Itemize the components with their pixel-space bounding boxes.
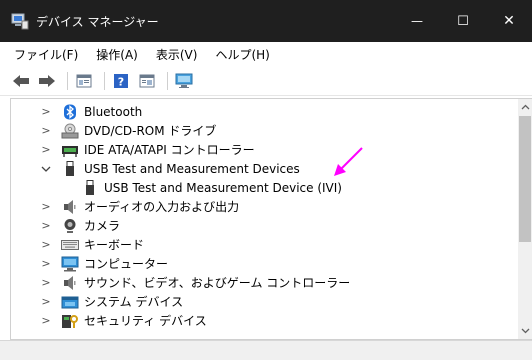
close-icon: ✕ [503,13,515,29]
system-device-icon [61,294,79,310]
menu-file[interactable]: ファイル(F) [14,46,78,63]
chevron-up-icon [521,104,529,110]
tree-item-label: コンピューター [84,257,169,271]
tree-item-sound-video-game[interactable]: > サウンド、ビデオ、およびゲーム コントローラー [39,273,350,292]
chevron-right-icon[interactable]: > [39,216,53,235]
toolbar: ? [0,66,532,96]
help-icon: ? [114,73,128,88]
chevron-right-icon[interactable]: > [39,102,53,121]
tree-item-usb-test-measurement-device-ivi[interactable]: USB Test and Measurement Device (IVI) [81,178,342,197]
tree-item-computer[interactable]: > コンピューター [39,254,168,273]
details-button[interactable] [136,71,158,91]
tree-item-ide-controller[interactable]: > IDE ATA/ATAPI コントローラー [39,140,255,159]
tree-item-keyboard[interactable]: > キーボード [39,235,144,254]
bluetooth-icon [61,104,79,120]
menu-view[interactable]: 表示(V) [156,46,198,63]
ide-controller-icon [61,142,79,158]
tree-item-label: システム デバイス [84,295,184,309]
usb-plug-icon [61,160,79,177]
tree-item-label: USB Test and Measurement Device (IVI) [104,180,342,195]
minimize-button[interactable]: — [394,0,440,42]
annotation-arrow-icon [334,147,363,176]
tree-item-label: サウンド、ビデオ、およびゲーム コントローラー [84,276,351,290]
scroll-up-button[interactable] [518,99,532,115]
tree-item-label: USB Test and Measurement Devices [84,161,300,176]
menu-help[interactable]: ヘルプ(H) [215,46,269,63]
tree-item-bluetooth[interactable]: > Bluetooth [39,102,142,121]
monitor-icon [175,73,193,88]
details-icon [139,74,155,87]
usb-plug-icon [81,179,99,196]
menu-action[interactable]: 操作(A) [96,46,138,63]
speaker-icon [61,199,79,215]
chevron-right-icon[interactable]: > [39,273,53,292]
forward-button[interactable] [36,71,58,91]
scroll-thumb[interactable] [519,116,531,242]
keyboard-icon [61,237,79,253]
help-button[interactable]: ? [110,71,132,91]
chevron-down-icon [521,328,529,334]
svg-text:?: ? [118,75,124,88]
maximize-button[interactable]: ☐ [440,0,486,42]
tree-item-security-devices[interactable]: > セキュリティ デバイス [39,311,207,330]
dvd-drive-icon [61,123,79,139]
security-device-icon [61,313,79,329]
back-icon [13,74,29,87]
toolbar-separator [167,71,168,90]
toolbar-separator [67,71,68,90]
scroll-down-button[interactable] [518,323,532,339]
tree-item-label: キーボード [84,238,145,252]
chevron-right-icon[interactable]: > [39,197,53,216]
close-button[interactable]: ✕ [486,0,532,42]
minimize-icon: — [411,14,423,28]
maximize-icon: ☐ [457,13,469,29]
scan-hardware-button[interactable] [173,71,195,91]
tree-item-usb-test-measurement[interactable]: USB Test and Measurement Devices [39,159,300,178]
forward-icon [39,74,55,87]
speaker-icon [61,275,79,291]
properties-button[interactable] [73,71,95,91]
chevron-right-icon[interactable]: > [39,140,53,159]
window-title: デバイス マネージャー [36,14,159,29]
menu-bar: ファイル(F) 操作(A) 表示(V) ヘルプ(H) [0,42,532,66]
camera-icon [61,218,79,234]
tree-item-system-devices[interactable]: > システム デバイス [39,292,183,311]
tree-item-label: オーディオの入力および出力 [84,200,240,214]
chevron-right-icon[interactable]: > [39,292,53,311]
tree-item-label: DVD/CD-ROM ドライブ [84,124,217,138]
toolbar-separator [104,71,105,90]
tree-item-camera[interactable]: > カメラ [39,216,120,235]
vertical-scrollbar[interactable] [518,98,532,340]
tree-item-audio-io[interactable]: > オーディオの入力および出力 [39,197,239,216]
computer-icon [61,256,79,272]
chevron-down-icon[interactable] [39,159,53,178]
device-tree: > Bluetooth > DVD/CD-ROM ドライブ > IDE ATA/… [10,98,518,340]
properties-icon [76,74,92,87]
status-bar [0,340,532,360]
tree-item-label: IDE ATA/ATAPI コントローラー [84,143,255,157]
tree-item-label: カメラ [84,219,121,233]
back-button[interactable] [10,71,32,91]
chevron-right-icon[interactable]: > [39,235,53,254]
chevron-right-icon[interactable]: > [39,311,53,330]
chevron-right-icon[interactable]: > [39,254,53,273]
device-manager-icon [10,12,30,30]
tree-item-label: Bluetooth [84,104,143,119]
chevron-right-icon[interactable]: > [39,121,53,140]
title-bar: デバイス マネージャー — ☐ ✕ [0,0,532,42]
tree-item-dvd-drive[interactable]: > DVD/CD-ROM ドライブ [39,121,216,140]
tree-item-label: セキュリティ デバイス [84,314,207,328]
